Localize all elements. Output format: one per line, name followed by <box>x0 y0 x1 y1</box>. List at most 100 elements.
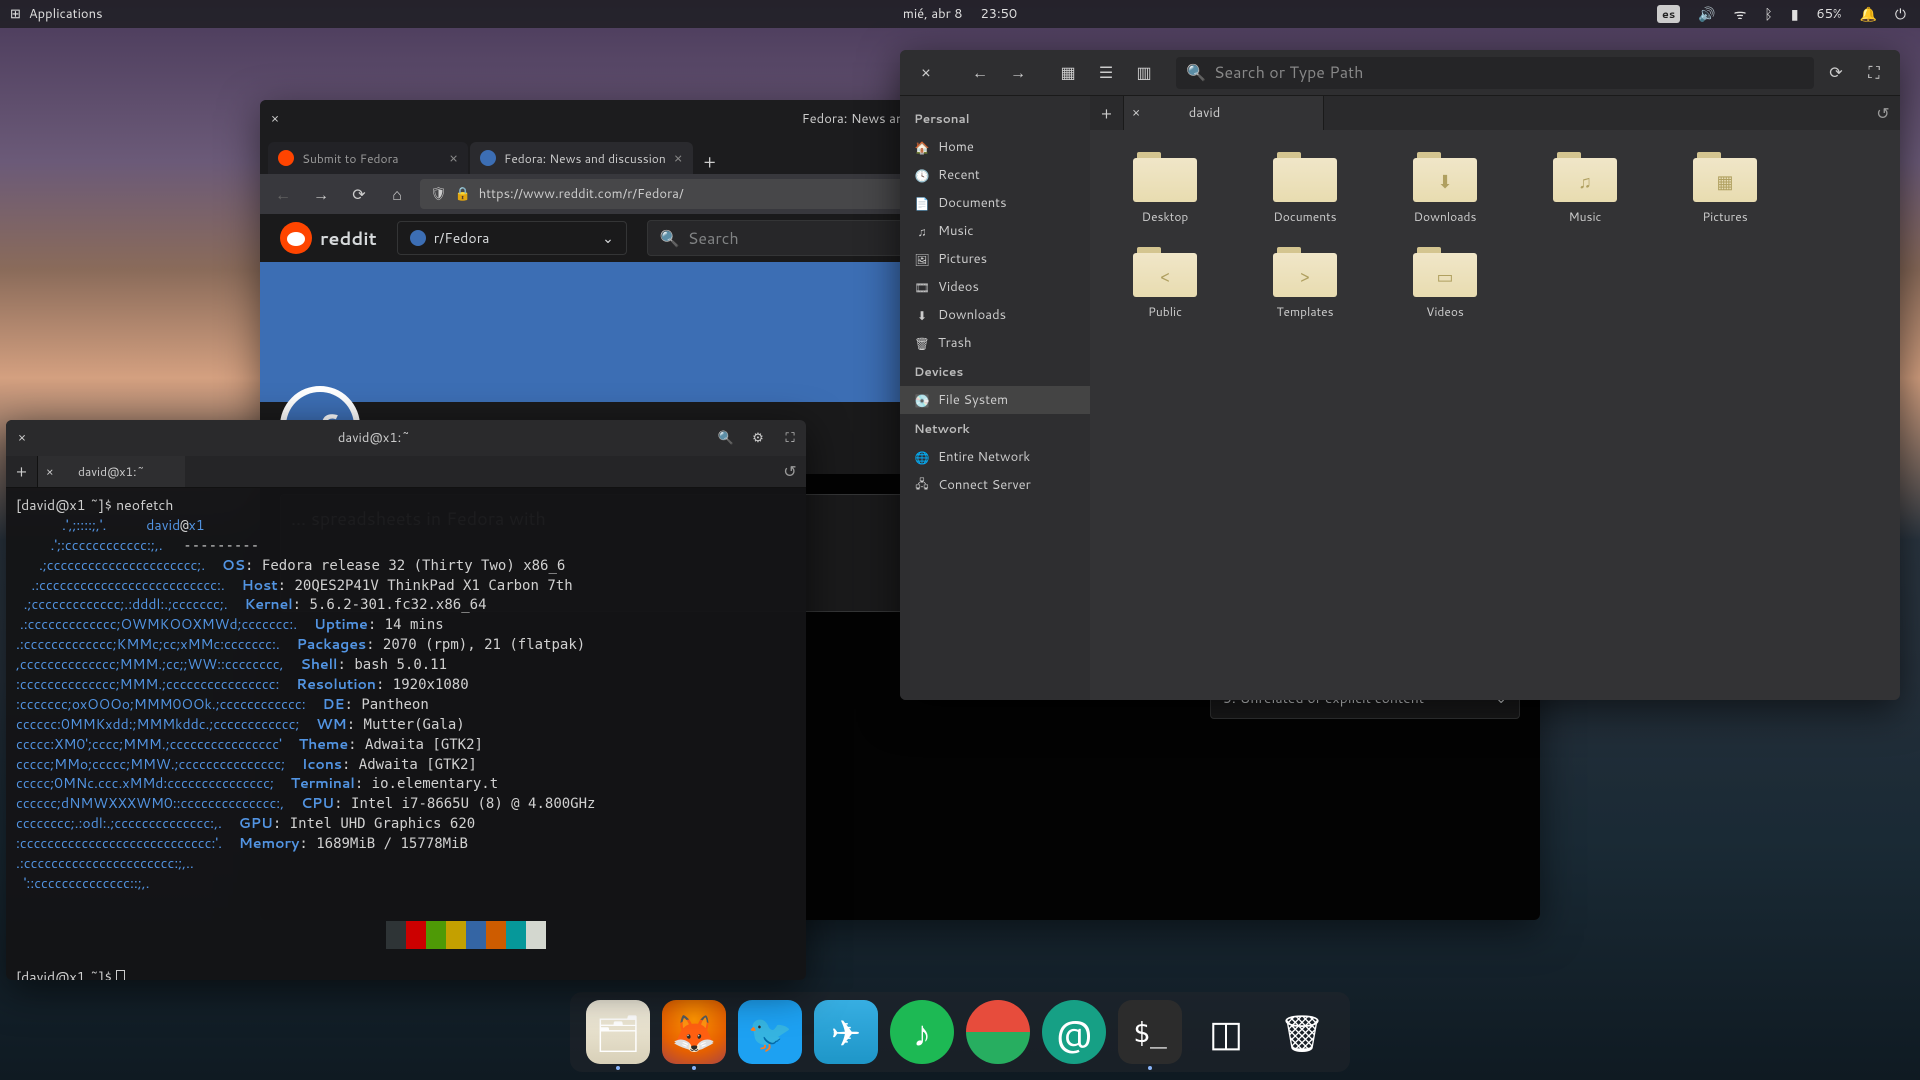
browser-tab[interactable]: Submit to Fedora × <box>268 142 468 174</box>
close-button[interactable]: × <box>6 429 38 447</box>
fm-tab-label: david <box>1189 104 1221 122</box>
folder-icon: ♫ <box>1553 150 1617 202</box>
reddit-logo[interactable]: reddit <box>280 222 377 254</box>
close-button[interactable]: × <box>260 110 290 128</box>
sidebar-item-music[interactable]: ♫Music <box>900 217 1090 245</box>
dock-app[interactable] <box>966 1000 1030 1064</box>
reddit-brand-label: reddit <box>320 225 377 251</box>
sidebar-item-connect-server[interactable]: 🖧Connect Server <box>900 471 1090 499</box>
dock-terminal[interactable]: $_ <box>1118 1000 1182 1064</box>
dock-spotify[interactable]: ♪ <box>890 1000 954 1064</box>
path-bar[interactable]: 🔍 Search or Type Path <box>1176 57 1814 89</box>
search-icon: ⊞ <box>10 5 21 23</box>
new-tab-button[interactable]: + <box>6 456 38 487</box>
favicon-icon <box>278 150 294 166</box>
dock-trash[interactable]: 🗑 <box>1270 1000 1334 1064</box>
folder-desktop[interactable]: Desktop <box>1110 150 1220 225</box>
terminal-tab[interactable]: × david@x1:~ <box>38 456 185 487</box>
dock-firefox[interactable]: 🦊 <box>662 1000 726 1064</box>
reddit-logo-icon <box>280 222 312 254</box>
folder-music[interactable]: ♫Music <box>1530 150 1640 225</box>
search-icon: 🔍 <box>1186 61 1206 84</box>
sidebar-item-home[interactable]: 🏠Home <box>900 133 1090 161</box>
folder-icon: 🖧 <box>914 477 930 493</box>
keyboard-indicator[interactable]: es <box>1657 5 1680 23</box>
battery-percent: 65% <box>1817 5 1842 23</box>
folder-icon: ♫ <box>914 223 930 239</box>
sidebar-item-recent[interactable]: 🕓Recent <box>900 161 1090 189</box>
forward-button[interactable]: → <box>1002 57 1034 89</box>
color-swatch <box>466 921 486 949</box>
time-label[interactable]: 23:50 <box>981 5 1018 23</box>
dock-boxes[interactable]: ◫ <box>1194 1000 1258 1064</box>
sidebar-item-documents[interactable]: 📄Documents <box>900 189 1090 217</box>
sidebar-section-devices: Devices <box>900 357 1090 386</box>
list-view-button[interactable]: ☰ <box>1090 57 1122 89</box>
fm-tab[interactable]: × david <box>1124 96 1324 130</box>
folder-icon: 💽 <box>914 392 930 408</box>
sidebar-item-pictures[interactable]: 🖼Pictures <box>900 245 1090 273</box>
color-swatch <box>486 921 506 949</box>
sidebar-item-entire-network[interactable]: 🌐Entire Network <box>900 443 1090 471</box>
color-swatch <box>446 921 466 949</box>
folder-videos[interactable]: ▭Videos <box>1390 245 1500 320</box>
folder-grid: Desktop Documents ⬇Downloads ♫Music ▦Picture… <box>1090 130 1900 700</box>
notifications-icon[interactable]: 🔔 <box>1859 4 1876 24</box>
wifi-icon[interactable]: ᯤ <box>1734 4 1747 24</box>
maximize-icon[interactable]: ⛶ <box>774 429 806 447</box>
sidebar-item-label: Home <box>938 138 974 156</box>
new-tab-button[interactable]: + <box>1090 96 1124 130</box>
reload-button[interactable]: ⟳ <box>1820 57 1852 89</box>
home-button[interactable]: ⌂ <box>382 179 412 209</box>
applications-menu[interactable]: ⊞ Applications <box>0 5 103 23</box>
favicon-icon <box>480 150 496 166</box>
folder-documents[interactable]: Documents <box>1250 150 1360 225</box>
volume-icon[interactable]: 🔊 <box>1698 4 1715 24</box>
history-button[interactable]: ↺ <box>1866 102 1900 125</box>
folder-icon <box>1273 150 1337 202</box>
tab-close-icon[interactable]: × <box>449 148 458 168</box>
folder-icon <box>1133 150 1197 202</box>
folder-pictures[interactable]: ▦Pictures <box>1670 150 1780 225</box>
folder-icon: ⬇ <box>1413 150 1477 202</box>
forward-button[interactable]: → <box>306 179 336 209</box>
chevron-down-icon: ⌄ <box>602 228 614 248</box>
folder-templates[interactable]: >Templates <box>1250 245 1360 320</box>
search-icon[interactable]: 🔍 <box>710 429 742 447</box>
dock-mail[interactable]: @ <box>1042 1000 1106 1064</box>
date-label[interactable]: mié, abr 8 <box>903 5 963 23</box>
folder-public[interactable]: <Public <box>1110 245 1220 320</box>
power-icon[interactable]: ⏻ <box>1895 4 1906 24</box>
back-button[interactable]: ← <box>268 179 298 209</box>
folder-icon: > <box>1273 245 1337 297</box>
folder-icon: 🎞 <box>914 279 930 295</box>
bluetooth-icon[interactable]: ᛒ <box>1764 4 1772 24</box>
gear-icon[interactable]: ⚙ <box>742 429 774 447</box>
subreddit-selector[interactable]: r/Fedora ⌄ <box>397 221 627 255</box>
column-view-button[interactable]: ▥ <box>1128 57 1160 89</box>
tab-close-icon[interactable]: × <box>46 463 54 480</box>
new-tab-button[interactable]: + <box>695 148 725 174</box>
sidebar-item-file-system[interactable]: 💽File System <box>900 386 1090 414</box>
dock-files[interactable]: 🗂 <box>586 1000 650 1064</box>
close-button[interactable]: × <box>910 57 942 89</box>
sidebar-item-trash[interactable]: 🗑Trash <box>900 329 1090 357</box>
expand-button[interactable]: ⛶ <box>1858 57 1890 89</box>
icon-view-button[interactable]: ▦ <box>1052 57 1084 89</box>
history-button[interactable]: ↺ <box>774 460 806 483</box>
color-swatch <box>406 921 426 949</box>
folder-downloads[interactable]: ⬇Downloads <box>1390 150 1500 225</box>
battery-icon[interactable]: ▮ <box>1791 4 1799 24</box>
dock-twitter[interactable]: 🐦 <box>738 1000 802 1064</box>
reload-button[interactable]: ⟳ <box>344 179 374 209</box>
sidebar-item-videos[interactable]: 🎞Videos <box>900 273 1090 301</box>
browser-tab[interactable]: Fedora: News and discussion × <box>470 142 693 174</box>
terminal-output[interactable]: [david@x1 ~]$ neofetch .',;::::;,'. davi… <box>6 488 806 980</box>
dock-telegram[interactable]: ✈ <box>814 1000 878 1064</box>
tab-close-icon[interactable]: × <box>1132 104 1140 122</box>
tab-close-icon[interactable]: × <box>674 148 683 168</box>
folder-icon: < <box>1133 245 1197 297</box>
color-swatch <box>526 921 546 949</box>
back-button[interactable]: ← <box>964 57 996 89</box>
sidebar-item-downloads[interactable]: ⬇Downloads <box>900 301 1090 329</box>
